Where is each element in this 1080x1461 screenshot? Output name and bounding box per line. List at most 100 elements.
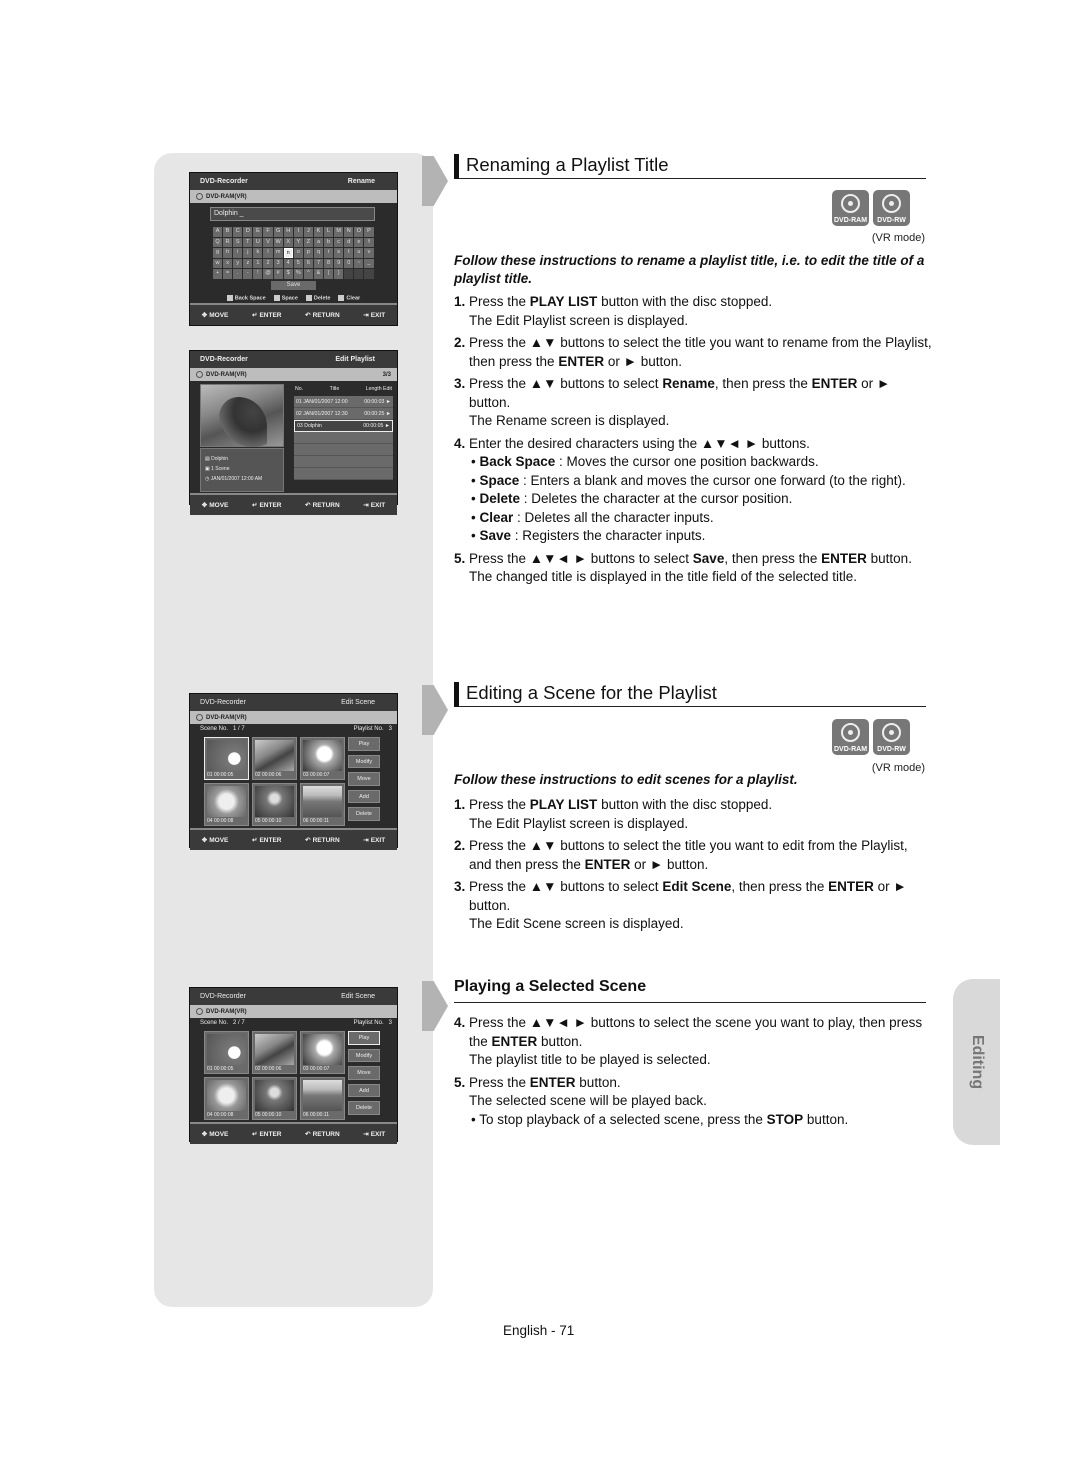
key[interactable]: 9 <box>334 258 344 268</box>
scene-thumbnail[interactable]: 03 00:00:07 <box>300 737 345 780</box>
key[interactable]: q <box>313 248 324 258</box>
key[interactable]: Q <box>213 237 223 247</box>
scene-thumbnail[interactable]: 04 00:00:08 <box>204 783 249 826</box>
key[interactable]: K <box>313 227 324 237</box>
add-button[interactable]: Add <box>348 789 380 803</box>
key[interactable]: b <box>324 237 334 247</box>
key[interactable]: F <box>263 227 273 237</box>
save-button[interactable]: Save <box>271 280 316 290</box>
key[interactable]: $ <box>283 269 293 279</box>
key[interactable]: 7 <box>313 258 324 268</box>
key[interactable]: ~ <box>354 258 364 268</box>
key[interactable]: 4 <box>283 258 293 268</box>
key[interactable]: & <box>313 269 324 279</box>
key[interactable]: = <box>223 269 233 279</box>
key[interactable]: 6 <box>303 258 313 268</box>
delete-button[interactable]: Delete <box>348 1101 380 1115</box>
key[interactable]: s <box>334 248 344 258</box>
scene-thumbnail[interactable]: 02 00:00:06 <box>252 737 297 780</box>
table-row[interactable]: 01 JAN/01/2007 12:00 00:00:03 ► <box>294 396 393 408</box>
key[interactable]: x <box>223 258 233 268</box>
key[interactable]: c <box>334 237 344 247</box>
scene-thumbnail[interactable]: 01 00:00:05 <box>204 1031 249 1074</box>
key[interactable]: f <box>364 237 374 247</box>
key[interactable]: j <box>243 248 253 258</box>
key[interactable]: U <box>253 237 263 247</box>
key[interactable]: V <box>263 237 273 247</box>
key[interactable]: g <box>213 248 223 258</box>
key[interactable]: W <box>273 237 283 247</box>
key[interactable]: R <box>223 237 233 247</box>
key[interactable] <box>344 269 354 279</box>
key[interactable]: P <box>364 227 374 237</box>
modify-button[interactable]: Modify <box>348 1048 380 1062</box>
key[interactable]: C <box>233 227 243 237</box>
key[interactable]: e <box>354 237 364 247</box>
key[interactable]: H <box>283 227 293 237</box>
key[interactable] <box>354 269 364 279</box>
key[interactable]: + <box>213 269 223 279</box>
key[interactable]: M <box>334 227 344 237</box>
key[interactable]: i <box>233 248 243 258</box>
table-row[interactable]: 02 JAN/01/2007 12:30 00:00:25 ► <box>294 408 393 420</box>
key[interactable]: @ <box>263 269 273 279</box>
name-input[interactable]: Dolphin _ <box>210 207 375 221</box>
key[interactable]: h <box>223 248 233 258</box>
key[interactable]: l <box>263 248 273 258</box>
key[interactable]: m <box>273 248 283 258</box>
key[interactable]: D <box>243 227 253 237</box>
scene-thumbnail[interactable]: 05 00:00:10 <box>252 1077 297 1120</box>
key[interactable]: ) <box>334 269 344 279</box>
key[interactable]: % <box>293 269 303 279</box>
play-button[interactable]: Play <box>348 737 380 751</box>
key[interactable]: B <box>223 227 233 237</box>
move-button[interactable]: Move <box>348 772 380 786</box>
key[interactable]: - <box>243 269 253 279</box>
key[interactable]: _ <box>364 258 374 268</box>
key[interactable]: 2 <box>263 258 273 268</box>
key[interactable] <box>364 269 374 279</box>
key[interactable]: N <box>344 227 354 237</box>
key[interactable]: O <box>354 227 364 237</box>
key[interactable]: A <box>213 227 223 237</box>
key[interactable]: a <box>313 237 324 247</box>
key[interactable]: r <box>324 248 334 258</box>
key[interactable]: 0 <box>344 258 354 268</box>
key[interactable]: ! <box>253 269 263 279</box>
key[interactable]: S <box>233 237 243 247</box>
key[interactable]: 5 <box>293 258 303 268</box>
key[interactable]: 8 <box>324 258 334 268</box>
scene-thumbnail[interactable]: 06 00:00:11 <box>300 783 345 826</box>
key[interactable]: n <box>283 248 293 258</box>
key[interactable]: 3 <box>273 258 283 268</box>
play-button[interactable]: Play <box>348 1031 380 1045</box>
key[interactable]: Z <box>303 237 313 247</box>
key[interactable]: u <box>354 248 364 258</box>
key[interactable]: z <box>243 258 253 268</box>
key[interactable]: ( <box>324 269 334 279</box>
key[interactable]: w <box>213 258 223 268</box>
key[interactable]: ^ <box>303 269 313 279</box>
key[interactable]: k <box>253 248 263 258</box>
scene-thumbnail[interactable]: 06 00:00:11 <box>300 1077 345 1120</box>
key[interactable]: p <box>303 248 313 258</box>
key[interactable]: 1 <box>253 258 263 268</box>
key[interactable]: X <box>283 237 293 247</box>
key[interactable]: y <box>233 258 243 268</box>
key[interactable]: # <box>273 269 283 279</box>
key[interactable]: Y <box>293 237 303 247</box>
key[interactable]: G <box>273 227 283 237</box>
scene-thumbnail[interactable]: 04 00:00:08 <box>204 1077 249 1120</box>
key[interactable]: T <box>243 237 253 247</box>
add-button[interactable]: Add <box>348 1083 380 1097</box>
scene-thumbnail[interactable]: 02 00:00:06 <box>252 1031 297 1074</box>
key[interactable]: t <box>344 248 354 258</box>
key[interactable]: I <box>293 227 303 237</box>
modify-button[interactable]: Modify <box>348 754 380 768</box>
scene-thumbnail[interactable]: 05 00:00:10 <box>252 783 297 826</box>
key[interactable]: o <box>293 248 303 258</box>
key[interactable]: J <box>303 227 313 237</box>
key[interactable]: L <box>324 227 334 237</box>
key[interactable]: v <box>364 248 374 258</box>
scene-thumbnail[interactable]: 03 00:00:07 <box>300 1031 345 1074</box>
